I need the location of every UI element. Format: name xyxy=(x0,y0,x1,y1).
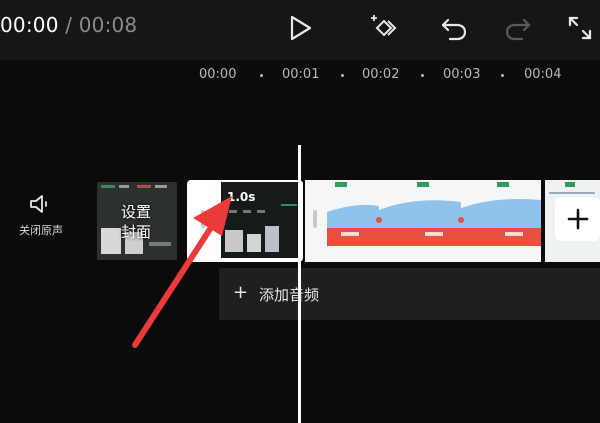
cover-label-line1: 设置 xyxy=(121,203,152,221)
video-clip-filmstrip[interactable] xyxy=(305,180,541,262)
ruler-dot xyxy=(341,74,344,77)
time-ruler[interactable]: 00:00 00:01 00:02 00:03 00:04 xyxy=(0,60,600,92)
ruler-tick: 00:04 xyxy=(524,67,562,82)
ruler-tick: 00:01 xyxy=(282,67,320,82)
play-icon xyxy=(290,15,312,41)
mute-original-audio-button[interactable]: 关闭原声 xyxy=(10,192,72,238)
redo-icon xyxy=(505,18,531,41)
clip-trim-handle[interactable] xyxy=(201,210,205,228)
plus-icon xyxy=(567,208,588,230)
cover-label-line2: 封面 xyxy=(121,223,152,241)
ruler-tick: 00:02 xyxy=(362,67,400,82)
redo-button[interactable] xyxy=(500,10,536,46)
ruler-dot xyxy=(421,74,424,77)
fullscreen-icon xyxy=(568,16,592,40)
video-clip[interactable]: 1.0s xyxy=(187,180,303,262)
ruler-dot xyxy=(260,74,263,77)
clip-duration-badge: 1.0s xyxy=(227,190,256,204)
ruler-dot xyxy=(501,74,504,77)
set-cover-button[interactable]: 设置 封面 xyxy=(97,182,177,260)
mute-label: 关闭原声 xyxy=(19,224,63,237)
keyframe-icon xyxy=(371,15,397,37)
add-audio-button[interactable]: + 添加音频 xyxy=(219,268,600,320)
filmstrip-frames xyxy=(327,182,541,246)
time-separator: / xyxy=(65,13,73,37)
add-audio-plus-icon: + xyxy=(233,282,249,303)
top-toolbar: 00:00 / 00:08 xyxy=(0,0,600,60)
ruler-tick: 00:00 xyxy=(199,67,237,82)
time-display: 00:00 / 00:08 xyxy=(0,13,137,37)
add-clip-button[interactable] xyxy=(555,197,600,241)
undo-icon xyxy=(441,18,467,41)
play-button[interactable] xyxy=(283,10,319,46)
cover-label: 设置 封面 xyxy=(121,202,151,242)
add-audio-label: 添加音频 xyxy=(259,286,320,304)
total-time: 00:08 xyxy=(78,13,138,37)
current-time: 00:00 xyxy=(0,13,59,37)
fullscreen-button[interactable] xyxy=(562,10,598,46)
ruler-tick: 00:03 xyxy=(443,67,481,82)
keyframe-button[interactable] xyxy=(366,10,402,46)
playhead[interactable] xyxy=(298,145,301,423)
clip-thumbnail: 1.0s xyxy=(221,182,301,258)
speaker-icon xyxy=(30,195,47,213)
undo-button[interactable] xyxy=(436,10,472,46)
